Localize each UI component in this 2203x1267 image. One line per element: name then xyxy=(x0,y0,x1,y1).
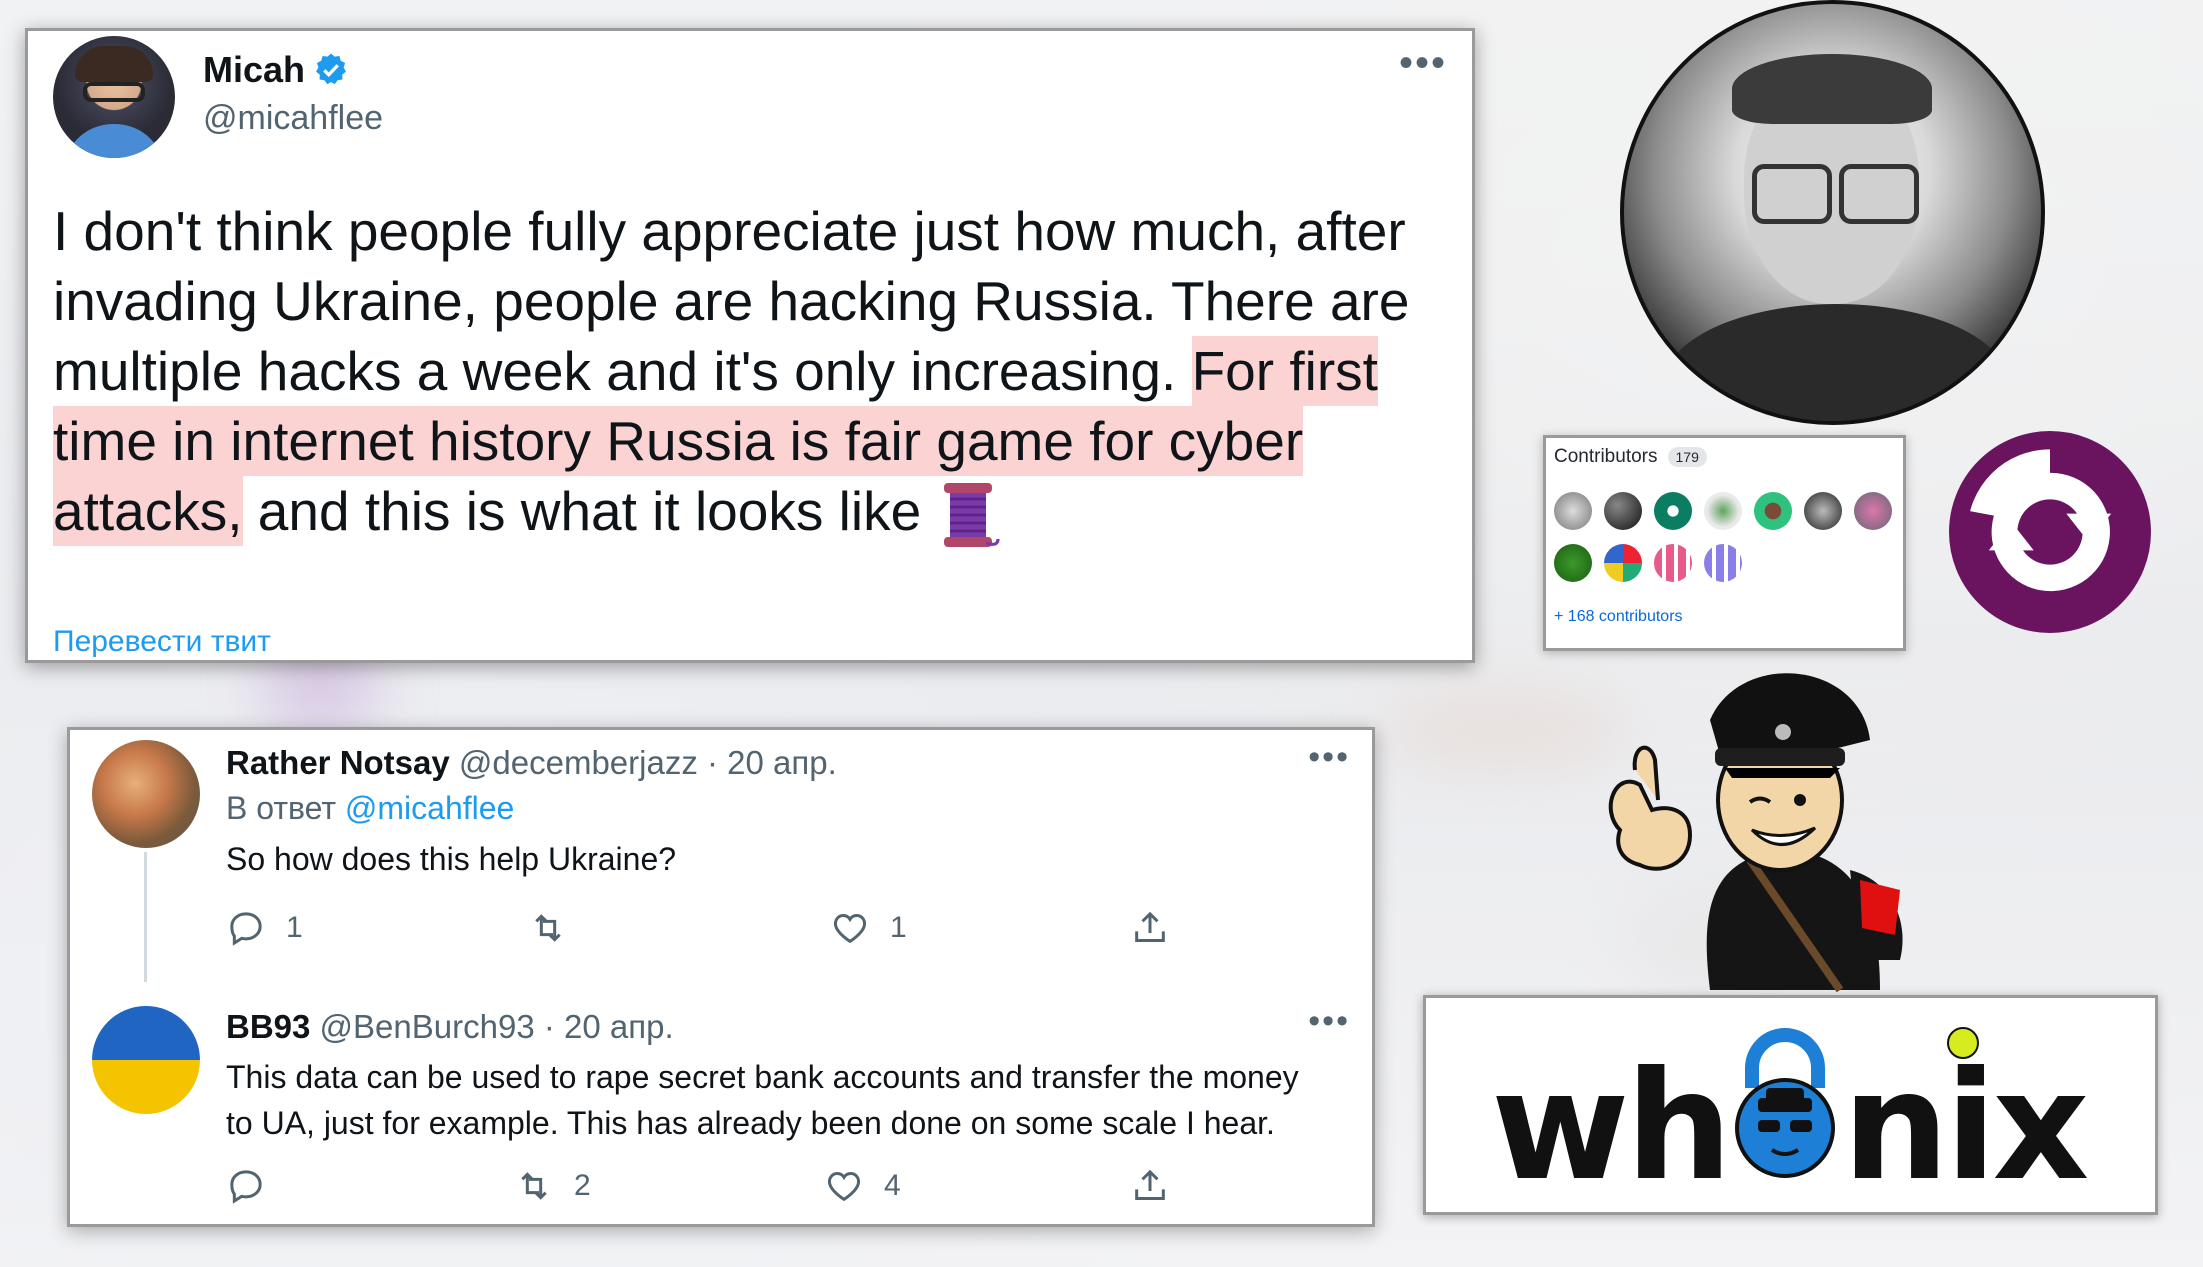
reply-action[interactable]: 1 xyxy=(226,908,303,948)
lock-logo-icon xyxy=(1735,1028,1836,1178)
contributors-panel: Contributors 179 + 168 contributors xyxy=(1543,435,1906,651)
share-action[interactable] xyxy=(1130,1166,1170,1206)
reply-author-handle[interactable]: @BenBurch93 xyxy=(320,1008,535,1045)
whonix-wordmark-part2: nix xyxy=(1842,1040,2089,1214)
reply-author-name[interactable]: BB93 xyxy=(226,1008,310,1045)
sync-logo-icon xyxy=(1949,431,2151,633)
contributor-avatar[interactable] xyxy=(1554,492,1592,530)
reply-to-prefix: В ответ xyxy=(226,790,337,826)
reply-to-line: В ответ @micahflee xyxy=(226,790,514,827)
retweet-icon xyxy=(521,1172,547,1200)
main-tweet-card: Micah @micahflee ••• I don't think peopl… xyxy=(25,28,1475,663)
whonix-wordmark-part1: wh xyxy=(1491,1040,1732,1214)
reply-to-mention[interactable]: @micahflee xyxy=(345,790,514,826)
whonix-dot-icon xyxy=(1947,1027,1979,1059)
heart-icon xyxy=(827,1171,861,1202)
more-contributors-link[interactable]: + 168 contributors xyxy=(1554,608,1683,626)
contributor-avatar[interactable] xyxy=(1704,492,1742,530)
share-action[interactable] xyxy=(1130,908,1170,948)
author-name[interactable]: Micah xyxy=(203,49,349,91)
reply-text-line: This data can be used to rape secret ban… xyxy=(226,1059,1299,1095)
reply-author-avatar[interactable] xyxy=(92,1006,200,1114)
author-avatar[interactable] xyxy=(53,36,175,158)
contributor-avatar[interactable] xyxy=(1804,492,1842,530)
whonix-logo-card: wh nix xyxy=(1423,995,2158,1215)
contributor-avatar[interactable] xyxy=(1854,492,1892,530)
reply-count: 1 xyxy=(286,911,303,944)
thread-spool-icon xyxy=(944,483,1001,548)
portrait-photo xyxy=(1620,0,2045,425)
reply-date[interactable]: · 20 апр. xyxy=(544,1008,674,1045)
retweet-action[interactable]: 2 xyxy=(514,1166,591,1206)
retweet-action[interactable] xyxy=(528,908,588,948)
retweet-count: 2 xyxy=(574,1169,591,1202)
thread-connector-line xyxy=(144,852,147,1002)
contributor-avatar[interactable] xyxy=(1604,492,1642,530)
mascot-illustration xyxy=(1608,673,1903,993)
share-icon xyxy=(1135,911,1165,942)
retweet-icon xyxy=(535,914,561,942)
reply-more-button[interactable]: ••• xyxy=(1308,738,1350,777)
like-count: 4 xyxy=(884,1169,901,1202)
reply-text: So how does this help Ukraine? xyxy=(226,841,677,877)
translate-tweet-link[interactable]: Перевести твит xyxy=(53,625,271,659)
reply-action[interactable] xyxy=(226,1166,286,1206)
reply-author-handle[interactable]: @decemberjazz xyxy=(459,744,698,781)
contributor-avatar[interactable] xyxy=(1704,544,1742,582)
author-handle[interactable]: @micahflee xyxy=(203,99,383,138)
reply-more-button[interactable]: ••• xyxy=(1308,1002,1350,1041)
verified-badge-icon xyxy=(316,53,347,85)
contributors-count: 179 xyxy=(1667,447,1707,467)
contributor-avatar[interactable] xyxy=(1654,544,1692,582)
like-action[interactable]: 1 xyxy=(830,908,907,948)
contributor-avatar[interactable] xyxy=(1554,544,1592,582)
like-action[interactable]: 4 xyxy=(824,1166,901,1206)
author-name-text: Micah xyxy=(203,49,306,90)
contributors-label: Contributors xyxy=(1554,446,1658,467)
reply-icon xyxy=(230,912,262,946)
reply-icon xyxy=(230,1170,262,1204)
reply-author-avatar[interactable] xyxy=(92,740,200,848)
contributor-avatar[interactable] xyxy=(1604,544,1642,582)
contributor-avatar[interactable] xyxy=(1754,492,1792,530)
tweet-text: I don't think people fully appreciate ju… xyxy=(53,196,1453,551)
reply-header: BB93 @BenBurch93 · 20 апр. xyxy=(226,1008,674,1046)
like-count: 1 xyxy=(890,911,907,944)
whonix-wordmark: wh nix xyxy=(1491,1028,2089,1214)
reply-header: Rather Notsay @decemberjazz · 20 апр. xyxy=(226,744,837,782)
reply-text: This data can be used to rape secret ban… xyxy=(226,1054,1299,1146)
tweet-text-part2: and this is what it looks like xyxy=(242,480,937,542)
heart-icon xyxy=(833,913,867,944)
more-options-button[interactable]: ••• xyxy=(1399,41,1447,86)
contributors-title[interactable]: Contributors 179 xyxy=(1554,446,1707,468)
share-icon xyxy=(1135,1169,1165,1200)
contributor-avatar[interactable] xyxy=(1654,492,1692,530)
reply-date[interactable]: · 20 апр. xyxy=(707,744,837,781)
reply-author-name[interactable]: Rather Notsay xyxy=(226,744,450,781)
replies-panel: Rather Notsay @decemberjazz · 20 апр. ••… xyxy=(67,727,1375,1227)
reply-text-line: to UA, just for example. This has alread… xyxy=(226,1105,1275,1141)
